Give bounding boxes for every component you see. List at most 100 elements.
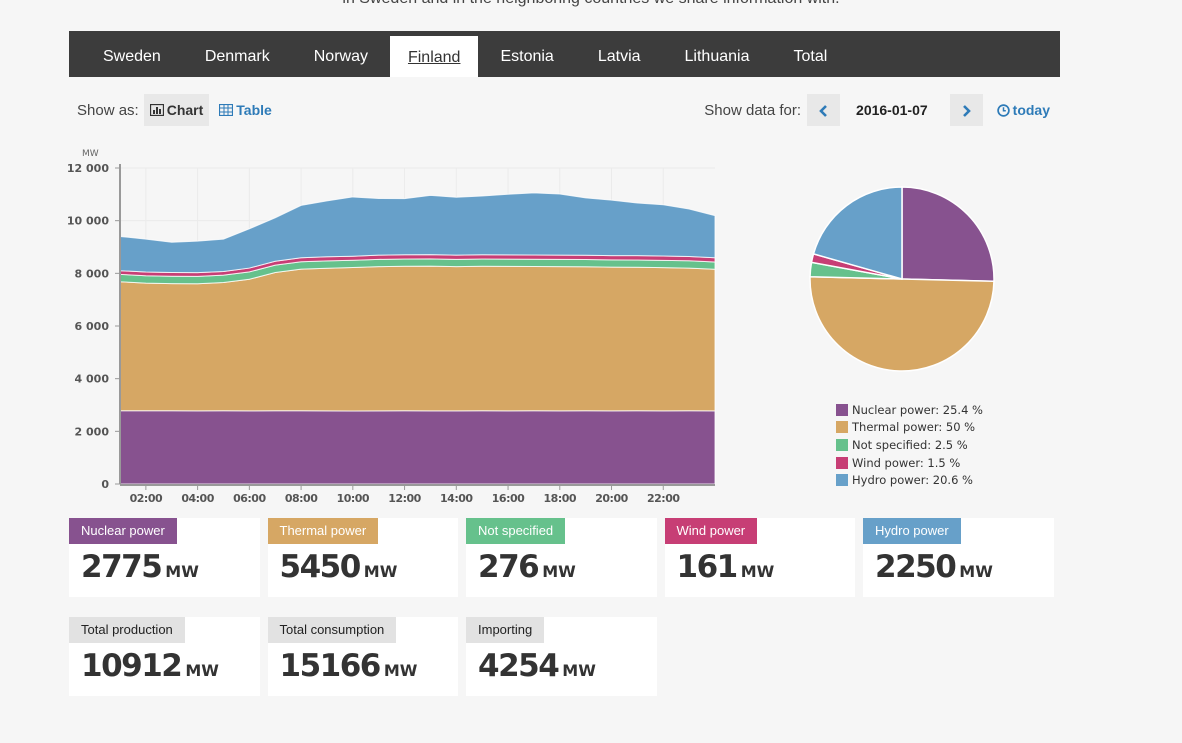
value-unit: MW (165, 562, 199, 581)
x-tick-label: 02:00 (130, 492, 163, 505)
value-number: 2775 (81, 549, 163, 585)
value-number: 10912 (81, 648, 183, 684)
x-tick-label: 10:00 (337, 492, 370, 505)
card-thermal: Thermal power 5450 MW (267, 518, 458, 597)
tab-norway[interactable]: Norway (292, 31, 390, 77)
value-number: 15166 (279, 648, 382, 684)
production-area-chart: 0 2 000 4 000 6 000 8 000 10 000 12 000 MW 02:00… (67, 149, 716, 505)
card-total-production: Total production 10912 MW (69, 617, 260, 696)
value-unit: MW (562, 661, 596, 680)
x-tick-label: 16:00 (492, 492, 525, 505)
tab-sweden[interactable]: Sweden (81, 31, 183, 77)
show-as-group: Show as: Chart Table (77, 93, 272, 127)
summary-cards: Total production 10912 MW Total consumpti… (69, 617, 1060, 696)
legend-label: Thermal power: 50 % (852, 420, 976, 435)
card-value: 10912 MW (81, 648, 219, 684)
y-tick-label: 4 000 (75, 373, 110, 386)
value-number: 4254 (478, 648, 560, 684)
tab-estonia[interactable]: Estonia (478, 31, 575, 77)
chart-view-button[interactable]: Chart (143, 94, 210, 126)
chart-view-label: Chart (166, 102, 204, 118)
card-nuclear: Nuclear power 2775 MW (69, 518, 260, 597)
production-pie-chart (809, 186, 995, 372)
area-series-thermal (119, 265, 716, 412)
x-tick-label: 06:00 (233, 492, 266, 505)
value-number: 5450 (279, 549, 362, 585)
x-tick-label: 08:00 (285, 492, 318, 505)
view-controls: Show as: Chart Table Show data for: 2016… (69, 93, 1060, 127)
table-view-label: Table (236, 102, 272, 118)
x-tick-label: 22:00 (647, 492, 680, 505)
today-label: today (1012, 102, 1050, 118)
y-axis-unit-label: MW (82, 149, 99, 159)
value-number: 2250 (875, 549, 957, 585)
card-label: Wind power (664, 518, 758, 544)
legend-label: Wind power: 1.5 % (852, 455, 961, 470)
legend-item-hydro: Hydro power: 20.6 % (836, 471, 983, 489)
card-not-specified: Not specified 276 MW (466, 518, 657, 597)
country-tabs: Sweden Denmark Norway Finland Estonia La… (69, 31, 1060, 77)
legend-swatch (836, 438, 848, 451)
card-label: Nuclear power (69, 518, 177, 544)
area-series-nuclear (119, 410, 716, 485)
chevron-left-icon (818, 105, 827, 118)
card-label: Total consumption (267, 617, 397, 643)
card-total-consumption: Total consumption 15166 MW (267, 617, 458, 696)
y-tick-label: 10 000 (67, 215, 109, 228)
show-data-for-label: Show data for: (704, 101, 802, 119)
legend-item-wind: Wind power: 1.5 % (836, 454, 983, 472)
next-day-button[interactable] (949, 94, 983, 126)
card-label: Thermal power (267, 518, 379, 544)
selected-date: 2016-01-07 (856, 102, 928, 118)
tab-total[interactable]: Total (771, 31, 849, 77)
card-label: Not specified (466, 518, 566, 544)
legend-item-thermal: Thermal power: 50 % (836, 419, 983, 437)
card-wind: Wind power 161 MW (664, 518, 855, 597)
legend-swatch (836, 474, 848, 487)
tab-finland[interactable]: Finland (389, 36, 479, 77)
x-tick-label: 14:00 (440, 492, 473, 505)
pie-slice-thermal (809, 275, 995, 372)
chevron-right-icon (963, 105, 971, 118)
pie-slice-nuclear (901, 186, 995, 283)
legend-item-nuclear: Nuclear power: 25.4 % (836, 401, 983, 419)
table-icon (219, 104, 234, 116)
date-selector: Show data for: 2016-01-07 today (704, 93, 1050, 127)
tab-denmark[interactable]: Denmark (183, 31, 292, 77)
value-unit: MW (363, 562, 398, 581)
legend-label: Nuclear power: 25.4 % (852, 402, 983, 417)
card-value: 2250 MW (875, 549, 993, 585)
legend-label: Not specified: 2.5 % (852, 437, 968, 452)
value-unit: MW (185, 661, 219, 680)
legend-swatch (836, 403, 848, 416)
value-number: 161 (676, 549, 739, 585)
card-label: Hydro power (863, 518, 961, 544)
legend-swatch (836, 421, 848, 434)
x-tick-label: 04:00 (181, 492, 214, 505)
card-label: Total production (69, 617, 185, 643)
clock-icon (996, 103, 1010, 117)
y-tick-label: 2 000 (75, 425, 110, 438)
x-tick-label: 12:00 (388, 492, 421, 505)
card-value: 4254 MW (478, 648, 596, 684)
table-view-button[interactable]: Table (219, 102, 272, 118)
card-value: 161 MW (677, 549, 775, 585)
previous-day-button[interactable] (807, 94, 841, 126)
card-value: 2775 MW (81, 549, 199, 585)
value-unit: MW (542, 562, 576, 581)
legend-label: Hydro power: 20.6 % (852, 473, 973, 488)
show-as-label: Show as: (77, 101, 139, 119)
card-hydro: Hydro power 2250 MW (863, 518, 1054, 597)
value-unit: MW (740, 562, 775, 581)
y-tick-label: 6 000 (75, 320, 110, 333)
card-label: Importing (466, 617, 545, 643)
value-number: 276 (478, 549, 540, 585)
card-value: 276 MW (478, 549, 576, 585)
y-tick-label: 0 (101, 478, 109, 491)
tab-latvia[interactable]: Latvia (576, 31, 663, 77)
today-link[interactable]: today (996, 102, 1050, 118)
legend-item-not-specified: Not specified: 2.5 % (836, 436, 983, 454)
y-tick-label: 8 000 (75, 267, 110, 280)
tab-lithuania[interactable]: Lithuania (663, 31, 772, 77)
card-value: 5450 MW (280, 549, 398, 585)
